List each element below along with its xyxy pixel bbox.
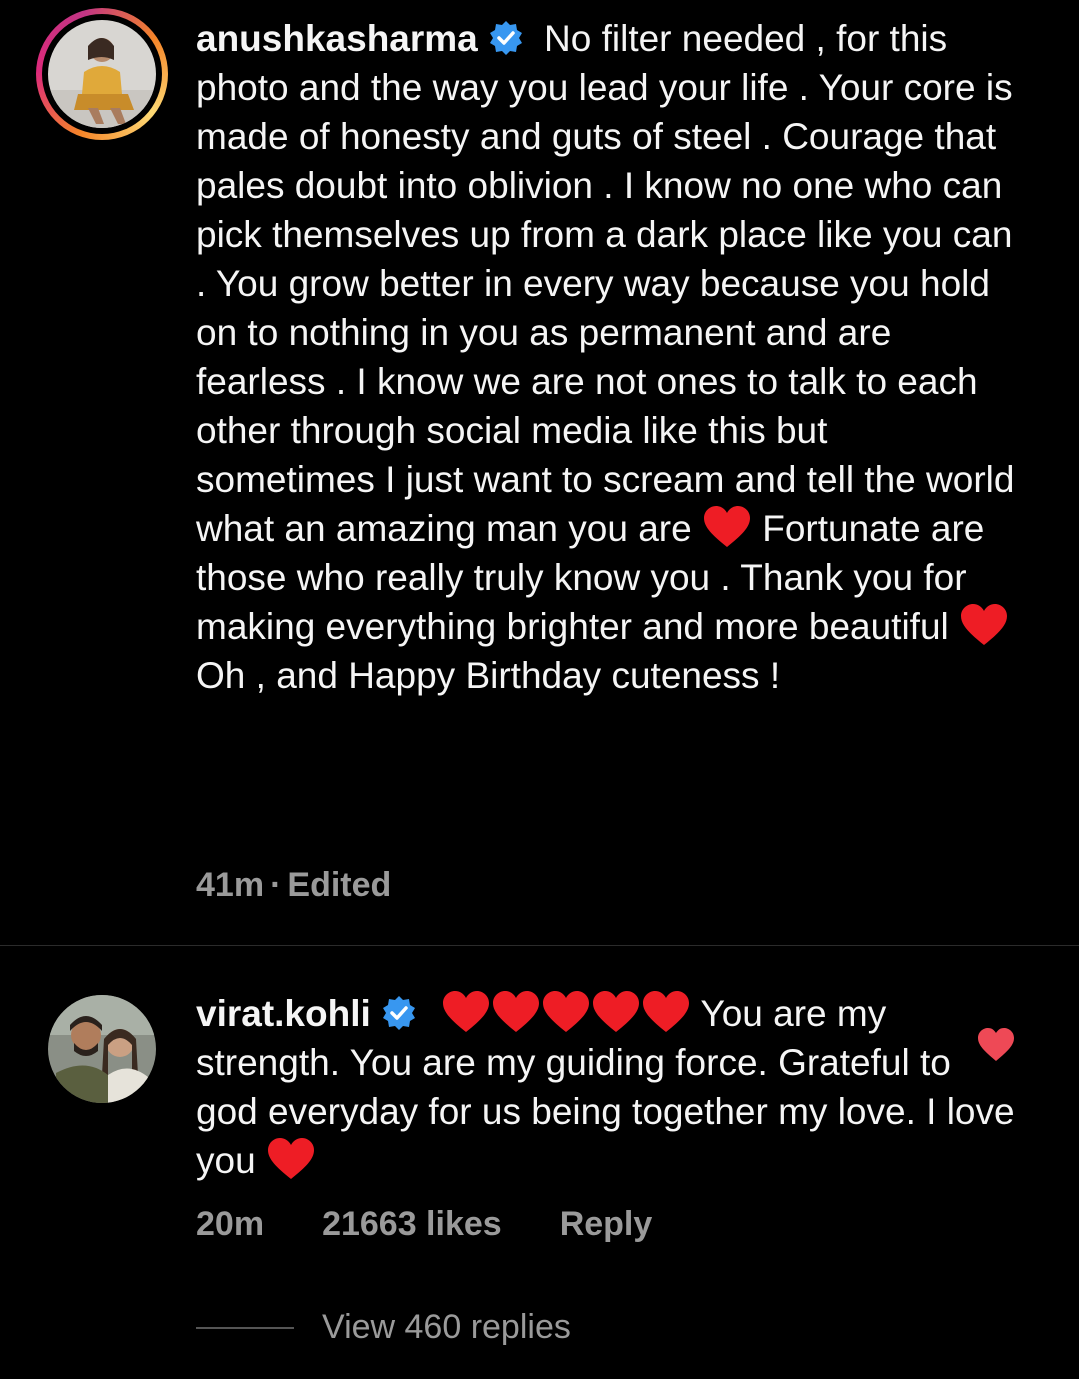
- likes-count[interactable]: 21663 likes: [322, 1205, 502, 1243]
- red-heart-emoji-icon: [592, 991, 639, 1032]
- comment-time: 20m: [196, 1205, 265, 1243]
- meta-separator: ·: [270, 866, 282, 904]
- comment-username[interactable]: anushkasharma: [196, 18, 478, 59]
- comment-text: anushkasharma No filter needed , for thi…: [196, 14, 1016, 700]
- view-replies-button[interactable]: View 460 replies: [322, 1308, 571, 1347]
- red-heart-emoji-icon: [642, 991, 689, 1032]
- comment-status: Edited: [287, 866, 392, 904]
- comment-text: virat.kohli You are my strength. You are…: [196, 989, 1016, 1185]
- avatar-virat-kohli[interactable]: [48, 995, 156, 1103]
- divider: [0, 945, 1079, 946]
- comment-text-part-3: Oh , and Happy Birthday cuteness !: [196, 655, 781, 696]
- reply-button[interactable]: Reply: [560, 1205, 653, 1243]
- red-heart-emoji-icon: [703, 506, 750, 547]
- red-heart-emoji-icon: [267, 1138, 314, 1179]
- verified-badge-icon: [489, 21, 522, 55]
- comment-time: 41m: [196, 866, 265, 904]
- comment-username[interactable]: virat.kohli: [196, 993, 371, 1034]
- verified-badge-icon: [382, 996, 415, 1030]
- comment-text-part-1: No filter needed , for this photo and th…: [196, 18, 1015, 549]
- red-heart-emoji-icon: [492, 991, 539, 1032]
- comment-meta: 41m · Edited: [196, 866, 449, 905]
- red-heart-emoji-icon: [961, 604, 1008, 645]
- avatar-anushkasharma[interactable]: [48, 20, 156, 128]
- liked-heart-icon[interactable]: [976, 1027, 1016, 1063]
- red-heart-emoji-icon: [442, 991, 489, 1032]
- red-heart-emoji-icon: [542, 991, 589, 1032]
- comment-meta: 20m 21663 likes Reply: [196, 1205, 710, 1244]
- replies-line: [196, 1327, 294, 1329]
